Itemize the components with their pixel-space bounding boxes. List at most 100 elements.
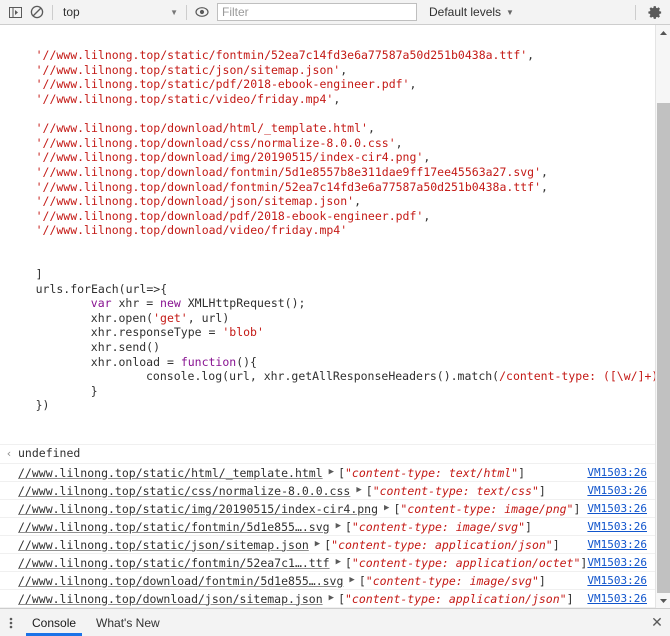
expand-triangle-icon[interactable]: ▶ bbox=[384, 504, 389, 513]
console-scrollbar[interactable] bbox=[655, 25, 670, 608]
code-line: xhr.send() bbox=[0, 340, 655, 355]
console-log-list: //www.lilnong.top/static/html/_template.… bbox=[0, 464, 655, 608]
log-array-value: ["content-type: image/svg"] bbox=[344, 519, 532, 534]
code-line: '//www.lilnong.top/static/pdf/2018-ebook… bbox=[0, 77, 655, 92]
code-token: , bbox=[367, 121, 375, 136]
tab-console[interactable]: Console bbox=[22, 609, 86, 636]
console-log-row[interactable]: //www.lilnong.top/static/html/_template.… bbox=[0, 464, 655, 483]
console-message-area: '//www.lilnong.top/static/fontmin/52ea7c… bbox=[0, 25, 670, 608]
code-line: '//www.lilnong.top/download/html/_templa… bbox=[0, 121, 655, 136]
console-log-row[interactable]: //www.lilnong.top/static/fontmin/52ea7c1… bbox=[0, 554, 655, 573]
console-log-row[interactable]: //www.lilnong.top/download/json/sitemap.… bbox=[0, 590, 655, 608]
code-line: var xhr = new XMLHttpRequest(); bbox=[0, 296, 655, 311]
log-source-link[interactable]: VM1503:26 bbox=[587, 502, 647, 515]
code-token: new bbox=[160, 296, 181, 311]
settings-button[interactable] bbox=[644, 2, 666, 22]
execution-context-selector[interactable]: top ▼ bbox=[57, 2, 182, 22]
log-source-link[interactable]: VM1503:26 bbox=[587, 520, 647, 533]
expand-triangle-icon[interactable]: ▶ bbox=[356, 486, 361, 495]
console-toolbar: top ▼ Default levels ▼ bbox=[0, 0, 670, 25]
expand-triangle-icon[interactable]: ▶ bbox=[336, 558, 341, 567]
log-url-link[interactable]: //www.lilnong.top/static/html/_template.… bbox=[18, 466, 323, 480]
scroll-down-button[interactable] bbox=[656, 593, 670, 608]
expand-triangle-icon[interactable]: ▶ bbox=[349, 576, 354, 585]
code-token: xhr.open( bbox=[90, 310, 154, 325]
code-token: '//www.lilnong.top/download/video/friday… bbox=[35, 223, 348, 238]
log-url-link[interactable]: //www.lilnong.top/download/fontmin/5d1e8… bbox=[18, 574, 343, 588]
expand-triangle-icon[interactable]: ▶ bbox=[315, 540, 320, 549]
code-token: xhr.send() bbox=[90, 340, 161, 355]
expand-triangle-icon[interactable]: ▶ bbox=[336, 522, 341, 531]
code-token: urls.forEach(url=>{ bbox=[35, 281, 168, 296]
log-source-link[interactable]: VM1503:26 bbox=[587, 592, 647, 605]
code-line: xhr.onload = function(){ bbox=[0, 355, 655, 370]
code-line: '//www.lilnong.top/download/fontmin/52ea… bbox=[0, 180, 655, 195]
expand-triangle-icon[interactable]: ▶ bbox=[329, 468, 334, 477]
drawer-spacer bbox=[170, 609, 644, 636]
code-token: , bbox=[423, 150, 431, 165]
log-array-value: ["content-type: application/json"] bbox=[338, 591, 574, 606]
drawer-tabbar: Console What's New ✕ bbox=[0, 608, 670, 636]
console-log-row[interactable]: //www.lilnong.top/static/img/20190515/in… bbox=[0, 500, 655, 519]
log-source-link[interactable]: VM1503:26 bbox=[587, 538, 647, 551]
console-log-row[interactable]: //www.lilnong.top/static/css/normalize-8… bbox=[0, 482, 655, 501]
code-token: '//www.lilnong.top/download/fontmin/52ea… bbox=[35, 179, 542, 194]
log-source-link[interactable]: VM1503:26 bbox=[587, 574, 647, 587]
drawer-menu-button[interactable] bbox=[0, 609, 22, 636]
log-url-link[interactable]: //www.lilnong.top/static/json/sitemap.js… bbox=[18, 538, 309, 552]
code-line: '//www.lilnong.top/static/video/friday.m… bbox=[0, 92, 655, 107]
code-token: 'blob' bbox=[222, 325, 264, 340]
log-url-link[interactable]: //www.lilnong.top/download/json/sitemap.… bbox=[18, 592, 323, 606]
sidebar-toggle-button[interactable] bbox=[4, 2, 26, 22]
log-url-link[interactable]: //www.lilnong.top/static/css/normalize-8… bbox=[18, 484, 350, 498]
log-url-link[interactable]: //www.lilnong.top/static/img/20190515/in… bbox=[18, 502, 378, 516]
code-token: , bbox=[541, 164, 548, 179]
code-token: var bbox=[90, 296, 112, 311]
log-url-link[interactable]: //www.lilnong.top/static/fontmin/52ea7c1… bbox=[18, 556, 330, 570]
code-token: } bbox=[90, 383, 98, 398]
code-line: '//www.lilnong.top/download/json/sitemap… bbox=[0, 194, 655, 209]
sidebar-toggle-icon bbox=[8, 6, 22, 19]
tab-whats-new[interactable]: What's New bbox=[86, 609, 170, 636]
code-token: 'get' bbox=[153, 310, 188, 325]
clear-console-icon bbox=[30, 5, 44, 19]
code-token: xhr.onload = bbox=[90, 354, 181, 369]
live-expression-button[interactable] bbox=[191, 2, 213, 22]
log-url-link[interactable]: //www.lilnong.top/static/fontmin/5d1e855… bbox=[18, 520, 330, 534]
kebab-menu-icon bbox=[9, 616, 13, 630]
code-line: } bbox=[0, 384, 655, 399]
code-token: '//www.lilnong.top/download/fontmin/5d1e… bbox=[35, 164, 542, 179]
code-line: '//www.lilnong.top/static/json/sitemap.j… bbox=[0, 63, 655, 78]
live-expression-eye-icon bbox=[195, 5, 209, 19]
code-token: , bbox=[527, 48, 535, 63]
log-levels-label: Default levels bbox=[429, 5, 502, 19]
code-token: , bbox=[541, 179, 548, 194]
code-line: xhr.responseType = 'blob' bbox=[0, 325, 655, 340]
code-token: , url) bbox=[187, 310, 230, 325]
console-log-row[interactable]: //www.lilnong.top/static/fontmin/5d1e855… bbox=[0, 518, 655, 537]
expand-triangle-icon[interactable]: ▶ bbox=[329, 594, 334, 603]
console-log-row[interactable]: //www.lilnong.top/static/json/sitemap.js… bbox=[0, 536, 655, 555]
drawer-close-button[interactable]: ✕ bbox=[644, 609, 670, 636]
scrollbar-thumb[interactable] bbox=[657, 103, 670, 594]
code-token: '//www.lilnong.top/static/video/friday.m… bbox=[35, 91, 334, 106]
log-source-link[interactable]: VM1503:26 bbox=[587, 484, 647, 497]
code-line: urls.forEach(url=>{ bbox=[0, 282, 655, 297]
log-source-link[interactable]: VM1503:26 bbox=[587, 556, 647, 569]
code-line: console.log(url, xhr.getAllResponseHeade… bbox=[0, 369, 655, 384]
code-token: , bbox=[395, 135, 403, 150]
close-icon: ✕ bbox=[651, 614, 663, 630]
result-arrow-icon: ‹ bbox=[5, 447, 13, 461]
code-token: function bbox=[180, 354, 237, 369]
chevron-down-icon bbox=[659, 598, 668, 604]
devtools-console-panel: top ▼ Default levels ▼ bbox=[0, 0, 670, 636]
scroll-up-button[interactable] bbox=[656, 25, 670, 40]
chevron-up-icon bbox=[659, 30, 668, 36]
console-log-row[interactable]: //www.lilnong.top/download/fontmin/5d1e8… bbox=[0, 572, 655, 591]
log-levels-selector[interactable]: Default levels ▼ bbox=[429, 2, 514, 22]
code-line: }) bbox=[0, 398, 655, 413]
echoed-command-code: '//www.lilnong.top/static/fontmin/52ea7c… bbox=[0, 25, 655, 444]
filter-input[interactable] bbox=[217, 3, 417, 21]
log-source-link[interactable]: VM1503:26 bbox=[587, 466, 647, 479]
clear-console-button[interactable] bbox=[26, 2, 48, 22]
